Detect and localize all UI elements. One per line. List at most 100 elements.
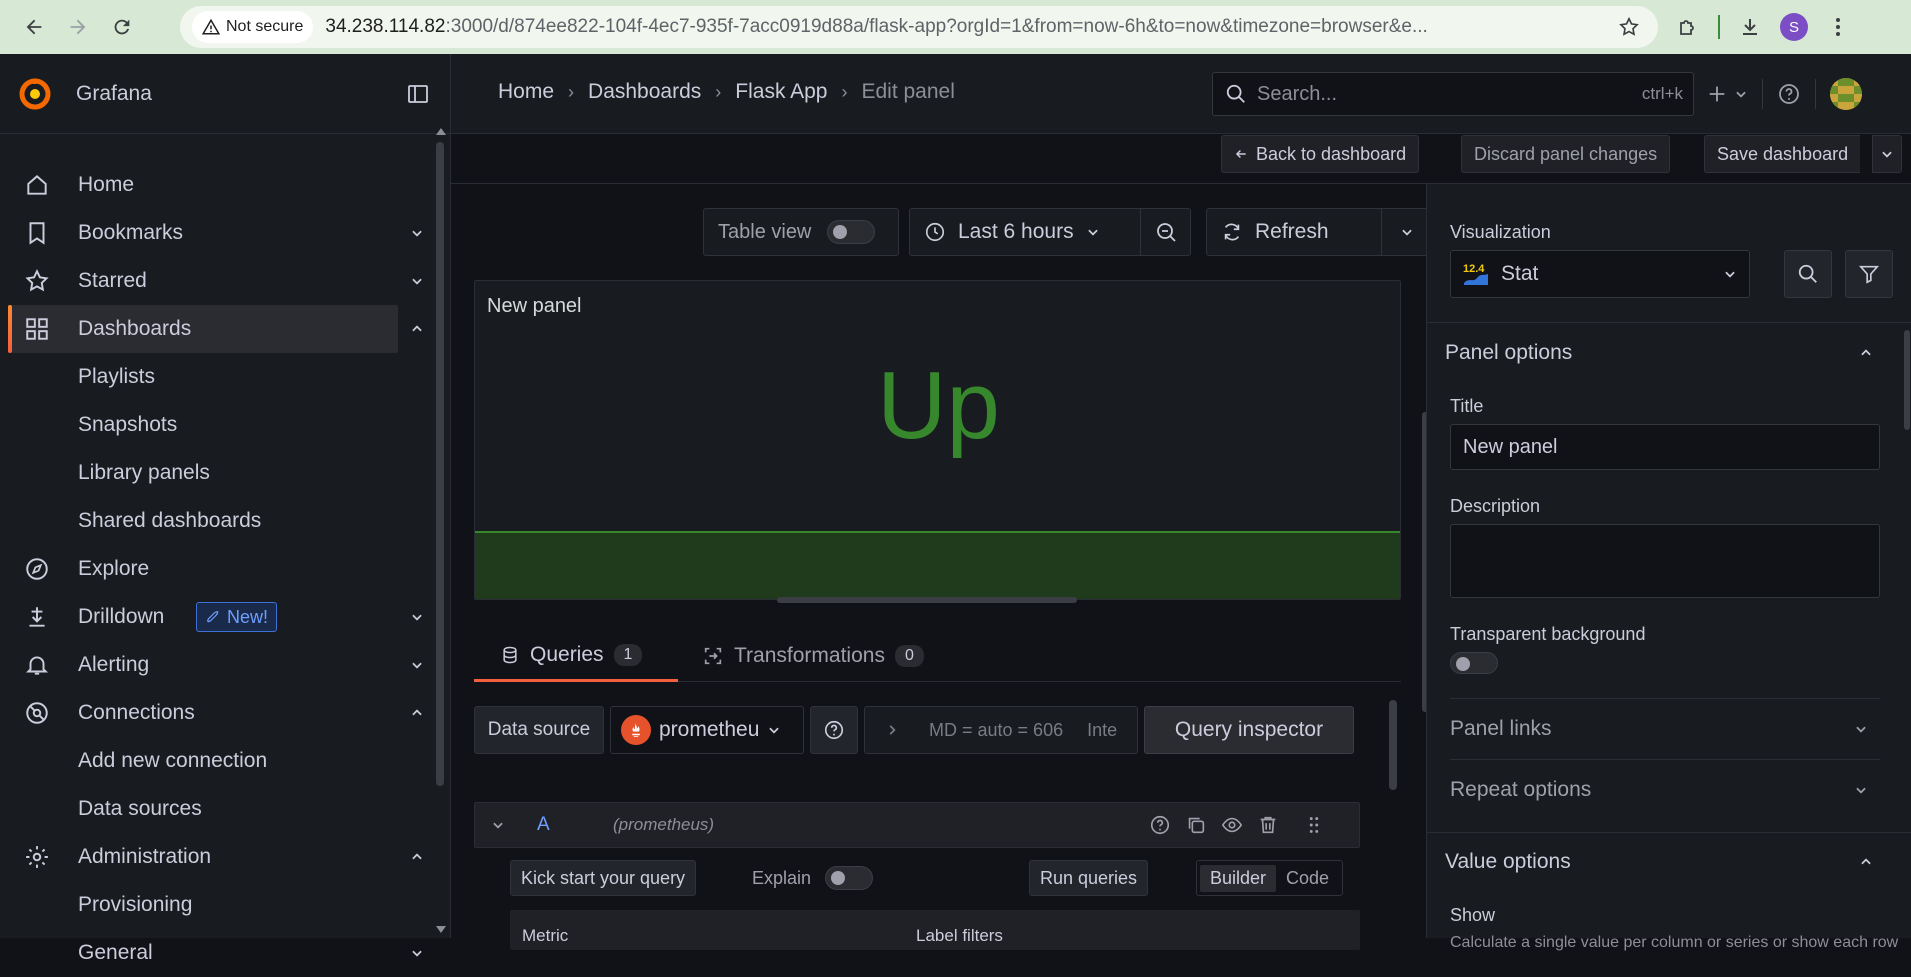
transparent-background-switch[interactable] xyxy=(1450,652,1498,674)
query-scrollbar[interactable] xyxy=(1389,700,1397,790)
query-ref-id[interactable]: A xyxy=(537,814,550,836)
chevron-down-icon[interactable] xyxy=(410,658,424,672)
run-queries-button[interactable]: Run queries xyxy=(1029,860,1149,896)
tab-queries[interactable]: Queries 1 xyxy=(474,630,678,682)
zoom-out-icon xyxy=(1156,223,1176,242)
show-description: Calculate a single value per column or s… xyxy=(1450,934,1899,951)
back-arrow-icon[interactable] xyxy=(12,5,56,49)
copy-icon[interactable] xyxy=(1185,814,1207,836)
discard-changes-button[interactable]: Discard panel changes xyxy=(1461,135,1671,173)
query-inspector-button[interactable]: Query inspector xyxy=(1144,706,1354,754)
chevron-down-icon[interactable] xyxy=(410,274,424,288)
save-options-button[interactable] xyxy=(1872,135,1902,173)
description-textarea[interactable] xyxy=(1450,524,1880,598)
panel-links-header[interactable]: Panel links xyxy=(1450,701,1880,757)
sidebar-scroll-down[interactable] xyxy=(436,926,446,933)
repeat-options-header[interactable]: Repeat options xyxy=(1450,762,1880,818)
chevron-down-icon[interactable] xyxy=(410,946,424,960)
save-dashboard-button[interactable]: Save dashboard xyxy=(1704,135,1861,173)
kick-start-query-button[interactable]: Kick start your query xyxy=(510,860,697,896)
sidebar-item-alerting[interactable]: Alerting xyxy=(0,641,440,689)
filter-options-button[interactable] xyxy=(1845,250,1893,298)
breadcrumb-flask-app[interactable]: Flask App xyxy=(735,80,827,104)
trash-icon[interactable] xyxy=(1257,814,1279,836)
time-range-picker[interactable]: Last 6 hours xyxy=(909,208,1141,256)
url-text[interactable]: 34.238.114.82:3000/d/874ee822-104f-4ec7-… xyxy=(325,16,1595,38)
table-view-toggle[interactable]: Table view xyxy=(703,208,899,256)
search-input[interactable]: Search... ctrl+k xyxy=(1212,72,1694,116)
title-input[interactable]: New panel xyxy=(1450,424,1880,470)
refresh-interval-button[interactable] xyxy=(1382,208,1432,256)
sidebar-item-add-new-connection[interactable]: Add new connection xyxy=(0,737,440,785)
address-bar[interactable]: Not secure 34.238.114.82:3000/d/874ee822… xyxy=(180,6,1658,48)
panel-resize-handle[interactable] xyxy=(777,597,1077,603)
sidebar-scroll-up[interactable] xyxy=(436,128,446,135)
mode-builder[interactable]: Builder xyxy=(1200,864,1277,892)
eye-icon[interactable] xyxy=(1221,814,1243,836)
sidebar-item-data-sources[interactable]: Data sources xyxy=(0,785,440,833)
mode-code[interactable]: Code xyxy=(1276,865,1339,892)
editor-tabs: Queries 1 Transformations 0 xyxy=(474,630,1401,682)
sidebar-item-connections[interactable]: Connections xyxy=(0,689,440,737)
editor-mode-switch[interactable]: Builder Code xyxy=(1196,860,1344,896)
data-source-picker[interactable]: prometheu xyxy=(610,706,804,754)
query-row-header[interactable]: A (prometheus) xyxy=(474,802,1360,848)
sidebar-item-playlists[interactable]: Playlists xyxy=(0,353,440,401)
data-source-help-button[interactable] xyxy=(810,706,858,754)
toolbar-divider xyxy=(1718,15,1720,39)
visualization-picker[interactable]: 12.4 Stat xyxy=(1450,250,1750,298)
refresh-button[interactable]: Refresh xyxy=(1206,208,1382,256)
chevron-down-icon[interactable] xyxy=(410,610,424,624)
reload-icon[interactable] xyxy=(100,5,144,49)
breadcrumb-separator: › xyxy=(568,81,575,102)
drag-handle-icon[interactable] xyxy=(1303,814,1325,836)
sidebar-item-snapshots[interactable]: Snapshots xyxy=(0,401,440,449)
help-icon[interactable] xyxy=(1777,82,1801,106)
chevron-up-icon[interactable] xyxy=(410,322,424,336)
options-scrollbar[interactable] xyxy=(1904,330,1910,430)
grafana-brand[interactable]: Grafana xyxy=(0,54,450,134)
chevron-up-icon[interactable] xyxy=(410,706,424,720)
query-options-toggle[interactable]: MD = auto = 606 Inte xyxy=(864,706,1138,754)
back-to-dashboard-button[interactable]: Back to dashboard xyxy=(1221,135,1420,173)
chevron-down-icon[interactable] xyxy=(410,226,424,240)
profile-avatar[interactable]: S xyxy=(1780,13,1808,41)
sidebar-item-bookmarks[interactable]: Bookmarks xyxy=(0,209,440,257)
sparkline-area xyxy=(475,531,1400,599)
user-avatar[interactable] xyxy=(1830,78,1862,110)
sidebar-item-general[interactable]: General xyxy=(0,929,440,977)
forward-arrow-icon[interactable] xyxy=(56,5,100,49)
breadcrumb-dashboards[interactable]: Dashboards xyxy=(588,80,701,104)
sidebar-item-provisioning[interactable]: Provisioning xyxy=(0,881,440,929)
sidebar-item-shared-dashboards[interactable]: Shared dashboards xyxy=(0,497,440,545)
security-chip[interactable]: Not secure xyxy=(192,11,314,43)
zoom-out-button[interactable] xyxy=(1141,208,1191,256)
chevron-up-icon[interactable] xyxy=(410,850,424,864)
extensions-icon[interactable] xyxy=(1676,15,1700,39)
section-divider xyxy=(1450,698,1880,699)
sidebar-item-dashboards[interactable]: Dashboards xyxy=(8,305,422,353)
more-vert-icon[interactable] xyxy=(1826,15,1850,39)
sidebar-item-library-panels[interactable]: Library panels xyxy=(0,449,440,497)
help-icon[interactable] xyxy=(1149,814,1171,836)
sidebar-item-drilldown[interactable]: Drilldown New! xyxy=(0,593,440,641)
search-options-button[interactable] xyxy=(1784,250,1832,298)
sidebar-scrollbar[interactable] xyxy=(436,142,444,786)
sidebar-item-explore[interactable]: Explore xyxy=(0,545,440,593)
download-icon[interactable] xyxy=(1738,15,1762,39)
sidebar-item-home[interactable]: Home xyxy=(0,161,440,209)
dock-menu-icon[interactable] xyxy=(406,82,430,106)
chevron-down-icon[interactable] xyxy=(491,818,505,832)
panel-options-header[interactable]: Panel options xyxy=(1427,327,1911,379)
value-options-header[interactable]: Value options xyxy=(1427,836,1911,888)
breadcrumb-home[interactable]: Home xyxy=(498,80,554,104)
stat-panel-preview[interactable]: New panel Up xyxy=(474,280,1401,600)
sidebar-item-administration[interactable]: Administration xyxy=(0,833,440,881)
bookmark-star-icon[interactable] xyxy=(1618,16,1640,38)
explain-toggle[interactable]: Explain xyxy=(752,860,874,896)
add-new-button[interactable] xyxy=(1706,83,1748,105)
explain-switch[interactable] xyxy=(825,866,874,890)
tab-transformations[interactable]: Transformations 0 xyxy=(702,630,924,682)
table-view-switch[interactable] xyxy=(827,220,876,244)
sidebar-item-starred[interactable]: Starred xyxy=(0,257,440,305)
